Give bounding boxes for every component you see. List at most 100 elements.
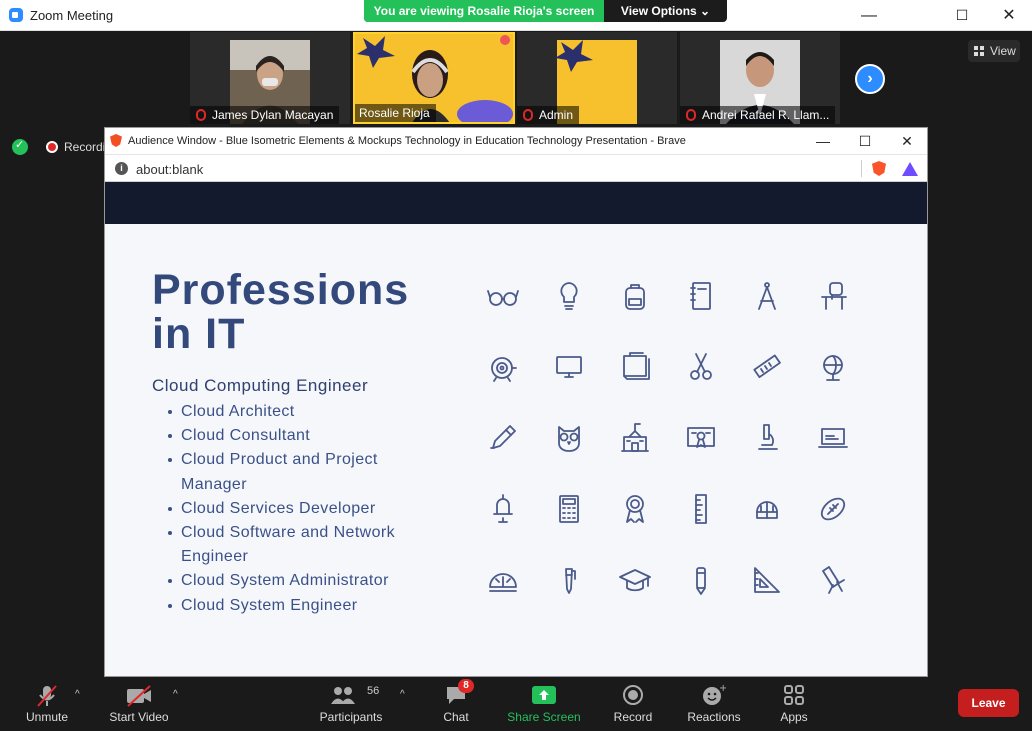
- browser-maximize-button[interactable]: ☐: [845, 128, 885, 154]
- muted-mic-icon: [196, 109, 206, 121]
- list-item: Cloud Product and Project Manager: [168, 448, 448, 496]
- site-info-icon[interactable]: i: [115, 162, 128, 175]
- protractor-icon: [489, 573, 517, 592]
- screen-share-banner: You are viewing Rosalie Rioja's screen V…: [364, 0, 727, 22]
- share-screen-label: Share Screen: [507, 710, 581, 724]
- video-options-caret[interactable]: ^: [173, 689, 178, 700]
- minimize-button[interactable]: —: [846, 0, 892, 31]
- share-screen-icon: [532, 686, 556, 704]
- meeting-toolbar: Unmute ^ Start Video ^ 56 Participants ^…: [0, 677, 1032, 731]
- browser-close-button[interactable]: ✕: [887, 128, 927, 154]
- education-icon-grid: [486, 279, 886, 614]
- pen-icon: [565, 568, 576, 594]
- next-page-button[interactable]: ›: [855, 64, 885, 94]
- participant-name: Rosalie Rioja: [355, 104, 436, 122]
- presentation-slide: Professions in IT Cloud Computing Engine…: [105, 224, 927, 676]
- muted-mic-icon: [37, 685, 57, 707]
- participants-options-caret[interactable]: ^: [400, 689, 405, 700]
- address-text[interactable]: about:blank: [136, 162, 203, 177]
- award-icon: [626, 495, 644, 523]
- security-shield-icon[interactable]: [12, 138, 28, 155]
- list-item: Cloud System Administrator: [168, 569, 448, 593]
- calculator-icon: [559, 495, 579, 523]
- brave-shields-icon[interactable]: [872, 161, 886, 176]
- book-icon: [623, 352, 650, 380]
- video-off-icon: [127, 685, 151, 707]
- address-separator: [861, 160, 862, 177]
- participant-tile-active[interactable]: Rosalie Rioja: [353, 32, 515, 124]
- view-options-button[interactable]: View Options ⌄: [604, 0, 727, 22]
- graduation-cap-icon: [619, 569, 651, 592]
- alarm-bell-icon: [491, 357, 517, 382]
- school-building-icon: [621, 423, 649, 452]
- audio-options-caret[interactable]: ^: [75, 689, 80, 700]
- browser-minimize-button[interactable]: —: [803, 128, 843, 154]
- owl-icon: [558, 426, 580, 452]
- chat-button[interactable]: 8 Chat: [436, 677, 476, 731]
- chat-label: Chat: [443, 710, 469, 724]
- list-item: Cloud Consultant: [168, 424, 448, 448]
- helmet-icon: [756, 501, 778, 519]
- certificate-icon: [687, 427, 715, 448]
- reactions-label: Reactions: [687, 710, 741, 724]
- browser-window-title: Audience Window - Blue Isometric Element…: [128, 135, 686, 147]
- view-button[interactable]: View: [968, 40, 1020, 62]
- maximize-button[interactable]: ☐: [939, 0, 985, 31]
- participant-tile[interactable]: Andrei Rafael R. Llam...: [680, 32, 840, 124]
- participant-tile[interactable]: Admin: [517, 32, 677, 124]
- participant-video-strip: James Dylan Macayan Rosalie Rioja Admin: [190, 32, 840, 124]
- list-item: Cloud System Engineer: [168, 594, 448, 618]
- ruler-icon: [753, 354, 781, 379]
- apps-button[interactable]: Apps: [774, 677, 814, 731]
- profession-list: Cloud Architect Cloud Consultant Cloud P…: [168, 400, 448, 618]
- telescope-icon: [822, 566, 845, 594]
- muted-mic-icon: [686, 109, 696, 121]
- brave-logo-icon: [110, 134, 122, 147]
- recording-icon: [46, 141, 58, 153]
- slide-title-line: Professions: [152, 266, 410, 314]
- apps-icon: [784, 685, 804, 705]
- unmute-button[interactable]: Unmute: [18, 677, 76, 731]
- app-title: Zoom Meeting: [30, 8, 114, 23]
- participants-count: 56: [367, 685, 380, 697]
- participant-name: Andrei Rafael R. Llam...: [680, 106, 836, 124]
- start-video-label: Start Video: [109, 710, 169, 724]
- unmute-label: Unmute: [25, 710, 69, 724]
- grid-view-icon: [974, 46, 984, 56]
- reactions-icon: +: [703, 684, 726, 705]
- lightbulb-icon: [560, 282, 578, 310]
- chat-unread-badge: 8: [458, 679, 474, 693]
- reactions-button[interactable]: + Reactions: [686, 677, 742, 731]
- slide-header-band: [105, 182, 927, 224]
- ruler-vertical-icon: [695, 494, 707, 524]
- muted-mic-icon: [523, 109, 533, 121]
- participants-button[interactable]: 56 Participants: [316, 677, 386, 731]
- slide-subheading: Cloud Computing Engineer: [152, 376, 369, 395]
- close-button[interactable]: ✕: [986, 0, 1032, 31]
- svg-text:+: +: [719, 684, 726, 694]
- football-icon: [820, 497, 846, 521]
- pencil-icon: [490, 425, 516, 449]
- notebook-icon: [690, 282, 711, 310]
- scissors-icon: [690, 353, 712, 380]
- set-square-icon: [754, 567, 780, 593]
- school-desk-icon: [821, 282, 847, 310]
- participants-icon: [331, 687, 355, 704]
- list-item: Cloud Services Developer: [168, 497, 448, 521]
- record-button[interactable]: Record: [612, 677, 654, 731]
- leave-meeting-button[interactable]: Leave: [958, 689, 1019, 717]
- participant-tile[interactable]: James Dylan Macayan: [190, 32, 350, 124]
- viewing-screen-message: You are viewing Rosalie Rioja's screen: [364, 0, 604, 22]
- pencil-vertical-icon: [696, 567, 706, 595]
- share-screen-button[interactable]: Share Screen: [506, 677, 582, 731]
- brave-rewards-icon[interactable]: [902, 162, 918, 176]
- record-icon: [623, 685, 643, 705]
- list-item: Cloud Software and Network Engineer: [168, 521, 448, 569]
- microscope-icon: [758, 424, 778, 450]
- monitor-icon: [556, 356, 582, 378]
- school-bell-icon: [493, 494, 513, 523]
- address-bar[interactable]: i about:blank: [105, 154, 927, 182]
- start-video-button[interactable]: Start Video: [104, 677, 174, 731]
- apps-label: Apps: [780, 710, 808, 724]
- participants-label: Participants: [319, 710, 383, 724]
